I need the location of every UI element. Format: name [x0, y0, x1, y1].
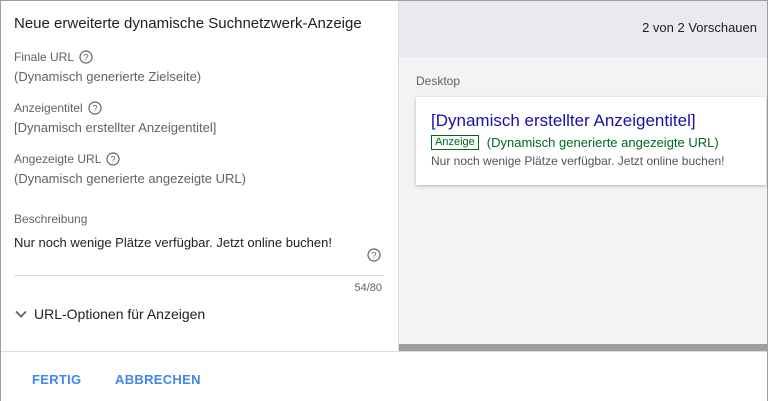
ad-preview-title: [Dynamisch erstellter Anzeigentitel]: [431, 111, 696, 130]
url-options-label[interactable]: URL-Optionen für Anzeigen: [34, 306, 205, 322]
ad-preview-url: (Dynamisch generierte angezeigte URL): [486, 135, 719, 150]
ad-badge: Anzeige: [431, 135, 479, 150]
help-circle-icon[interactable]: ?: [106, 152, 120, 166]
preview-count: 2 von 2 Vorschauen: [642, 20, 757, 35]
final-url-label: Finale URL: [14, 50, 75, 64]
device-label: Desktop: [416, 74, 461, 88]
horizontal-scrollbar[interactable]: [399, 344, 767, 351]
ad-editor-dialog: Neue erweiterte dynamische Suchnetzwerk-…: [0, 0, 768, 401]
help-circle-icon[interactable]: ?: [367, 248, 381, 262]
help-circle-icon[interactable]: ?: [88, 101, 102, 115]
description-char-counter: 54/80: [354, 282, 382, 294]
preview-header: 2 von 2 Vorschauen: [399, 1, 767, 57]
display-url-value[interactable]: (Dynamisch generierte angezeigte URL): [14, 171, 246, 186]
headline-label: Anzeigentitel: [14, 101, 83, 115]
description-input[interactable]: Nur noch wenige Plätze verfügbar. Jetzt …: [14, 233, 384, 276]
display-url-label-row: Angezeigte URL ?: [14, 152, 120, 166]
svg-text:?: ?: [111, 155, 116, 165]
headline-label-row: Anzeigentitel ?: [14, 101, 102, 115]
url-options-toggle[interactable]: URL-Optionen für Anzeigen: [14, 306, 205, 322]
final-url-value[interactable]: (Dynamisch generierte Zielseite): [14, 69, 201, 84]
headline-value[interactable]: [Dynamisch erstellter Anzeigentitel]: [14, 120, 216, 135]
dialog-footer: FERTIG ABBRECHEN: [1, 351, 767, 401]
cancel-button[interactable]: ABBRECHEN: [115, 372, 201, 387]
ad-preview-card: [Dynamisch erstellter Anzeigentitel] Anz…: [416, 97, 766, 185]
done-button[interactable]: FERTIG: [32, 372, 81, 387]
help-circle-icon[interactable]: ?: [79, 50, 93, 64]
svg-text:?: ?: [92, 104, 97, 114]
description-label: Beschreibung: [14, 212, 88, 226]
dialog-title: Neue erweiterte dynamische Suchnetzwerk-…: [14, 15, 362, 32]
final-url-label-row: Finale URL ?: [14, 50, 93, 64]
ad-form-panel: Neue erweiterte dynamische Suchnetzwerk-…: [1, 1, 399, 351]
ad-preview-url-line: Anzeige (Dynamisch generierte angezeigte…: [431, 135, 719, 150]
ad-preview-description: Nur noch wenige Plätze verfügbar. Jetzt …: [431, 154, 725, 168]
description-text[interactable]: Nur noch wenige Plätze verfügbar. Jetzt …: [14, 235, 332, 250]
svg-text:?: ?: [84, 53, 89, 63]
preview-panel: 2 von 2 Vorschauen Desktop [Dynamisch er…: [399, 1, 767, 351]
chevron-down-icon[interactable]: [14, 307, 28, 321]
display-url-label: Angezeigte URL: [14, 152, 102, 166]
svg-text:?: ?: [371, 251, 376, 261]
